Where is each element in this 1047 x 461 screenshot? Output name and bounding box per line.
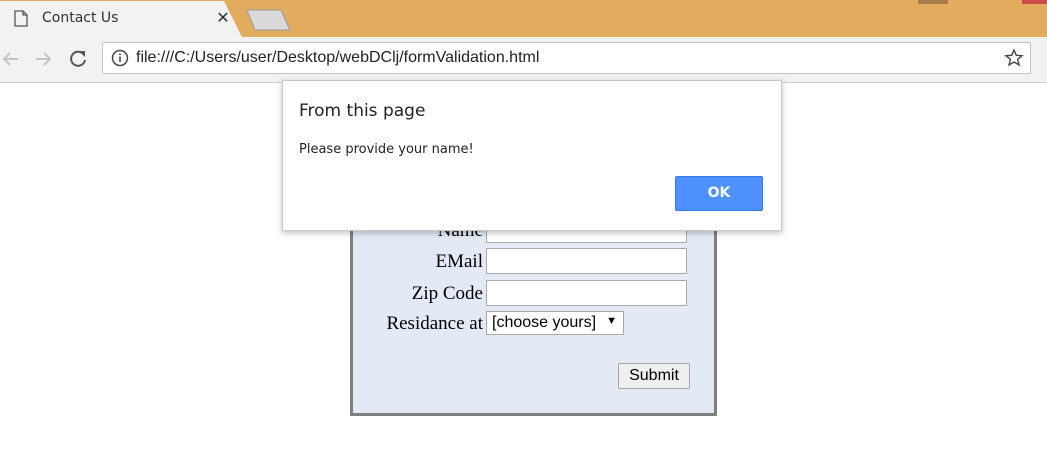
minimize-button[interactable] [918, 0, 948, 4]
back-arrow-icon[interactable] [0, 48, 22, 70]
dialog-title: From this page [299, 101, 426, 121]
browser-toolbar: file:///C:/Users/user/Desktop/webDClj/fo… [0, 37, 1047, 83]
submit-button[interactable]: Submit [618, 363, 690, 389]
address-bar[interactable]: file:///C:/Users/user/Desktop/webDClj/fo… [102, 42, 1031, 74]
alert-dialog: From this page Please provide your name!… [282, 80, 782, 231]
close-tab-icon[interactable]: ✕ [214, 8, 232, 28]
zip-code-label: Zip Code [411, 283, 483, 304]
forward-arrow-icon[interactable] [32, 48, 54, 70]
document-icon [14, 10, 28, 27]
zip-code-input[interactable] [486, 280, 687, 306]
bookmark-star-icon[interactable] [1004, 48, 1024, 68]
ok-button[interactable]: OK [675, 176, 763, 211]
info-icon[interactable] [111, 49, 129, 67]
tab-contact-us[interactable]: Contact Us ✕ [0, 1, 242, 37]
tab-strip: Contact Us ✕ [0, 0, 1047, 37]
email-input[interactable] [486, 248, 687, 274]
residence-label: Residance at [386, 313, 483, 334]
residence-selected-value: [choose yours] [492, 314, 597, 331]
new-tab-button[interactable] [246, 9, 292, 31]
dropdown-arrow-icon: ▼ [606, 315, 617, 327]
email-label: EMail [435, 251, 484, 272]
dialog-message: Please provide your name! [299, 142, 474, 157]
residence-select[interactable]: [choose yours] ▼ [486, 311, 624, 335]
close-window-button[interactable] [1022, 0, 1047, 4]
tab-title: Contact Us [42, 10, 119, 26]
url-text: file:///C:/Users/user/Desktop/webDClj/fo… [136, 49, 540, 66]
reload-icon[interactable] [67, 48, 89, 70]
